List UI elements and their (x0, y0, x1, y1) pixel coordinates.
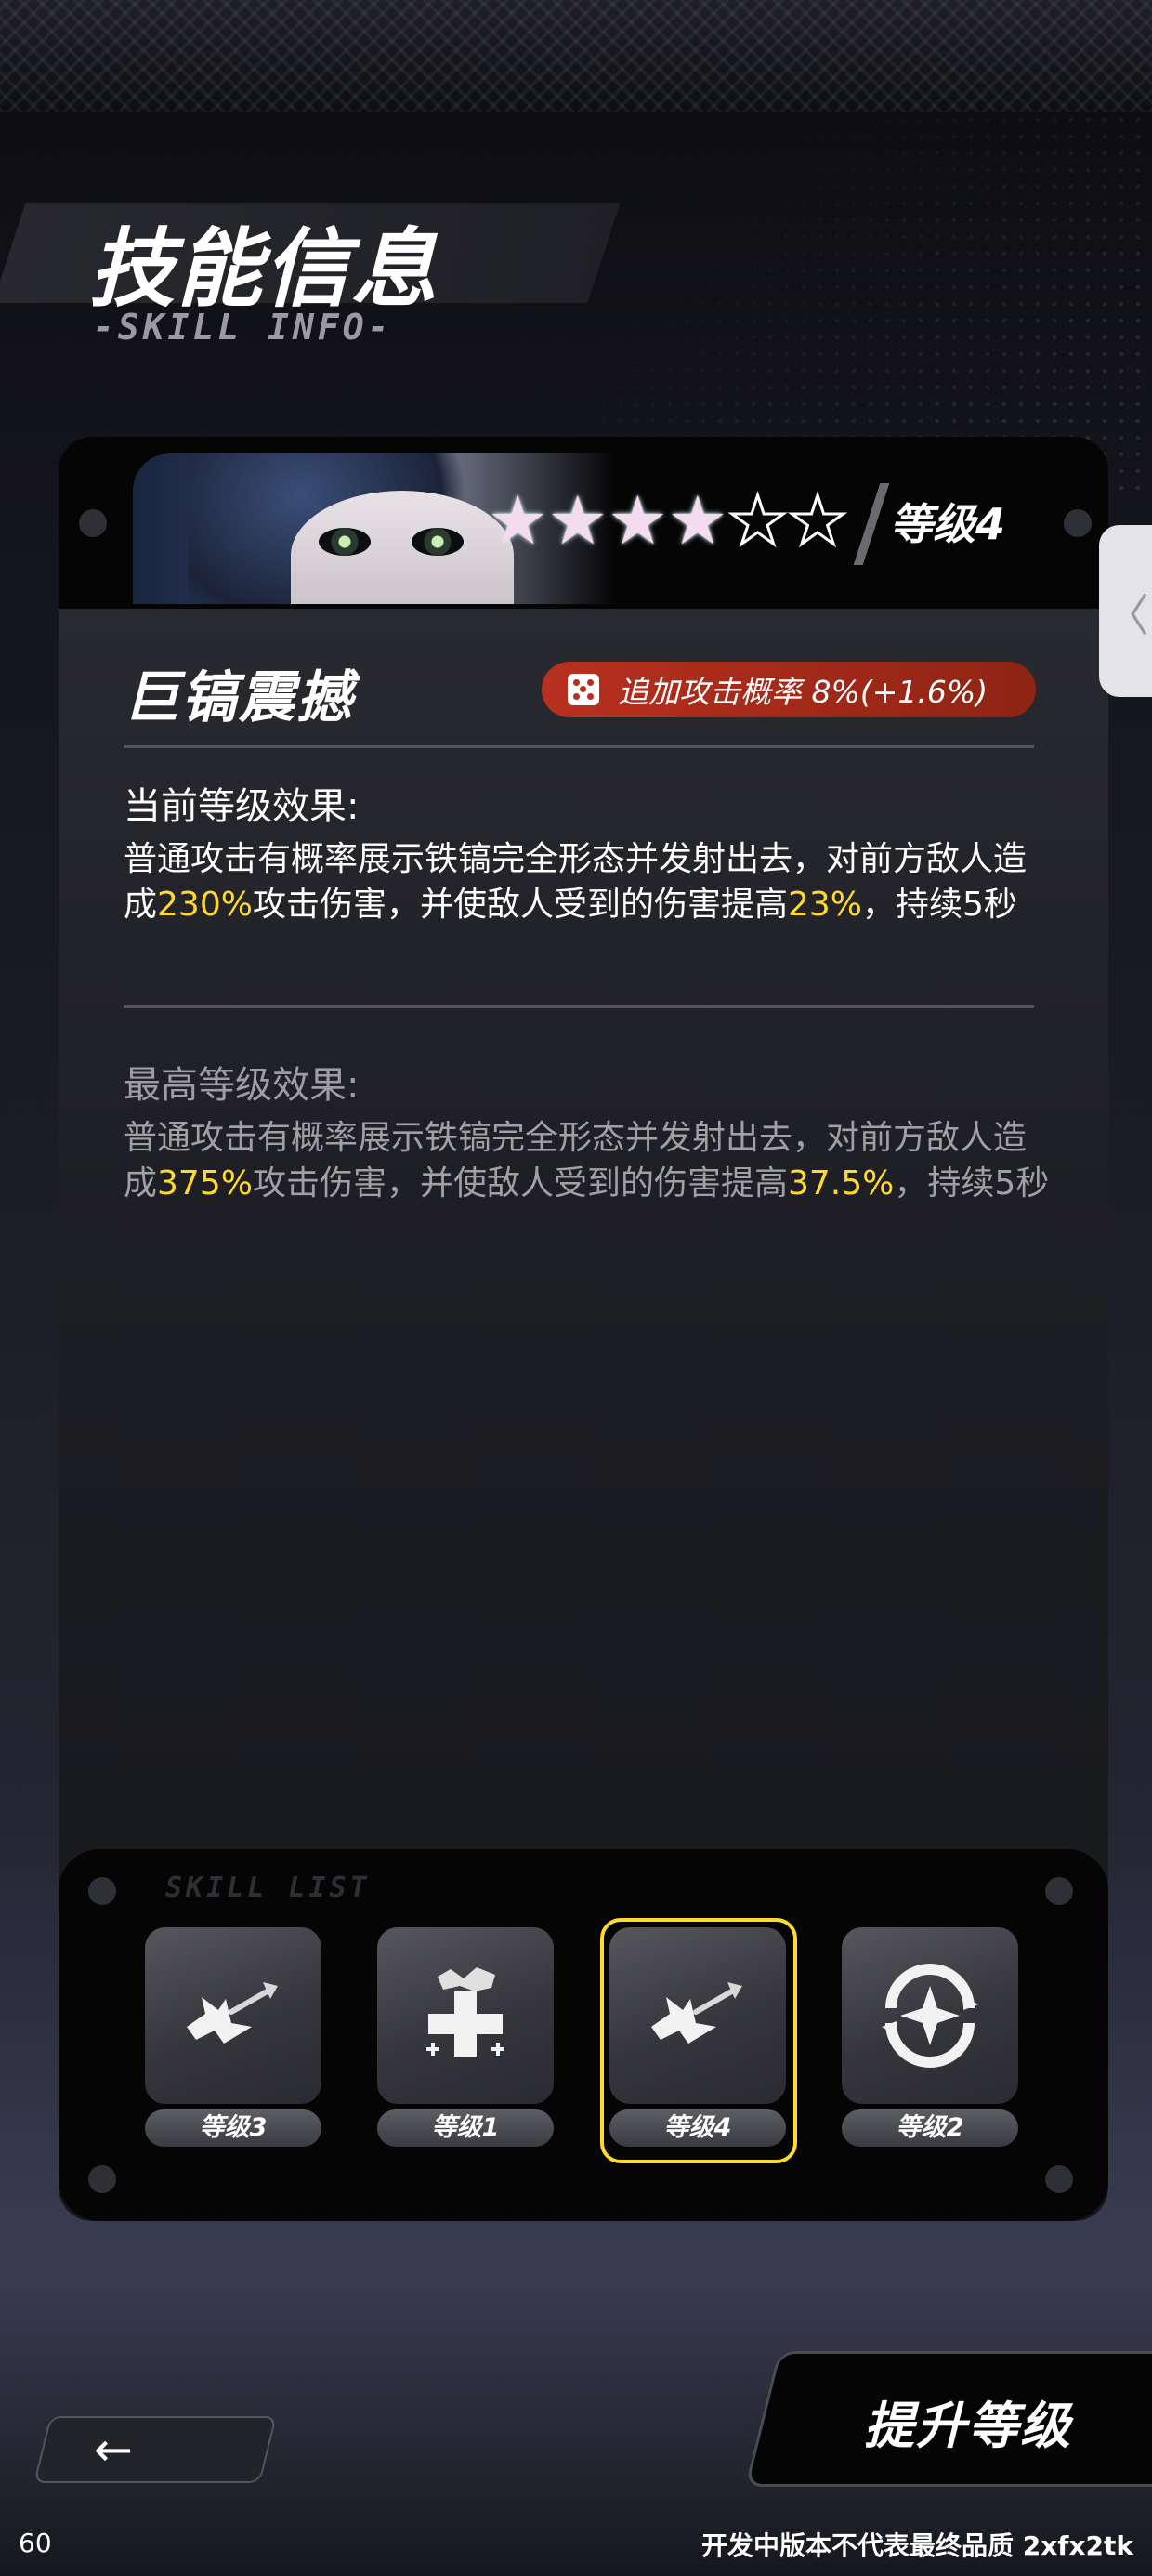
pickaxe-shock-icon (145, 1927, 321, 2104)
skill-slot-label: 等级3 (145, 2109, 321, 2147)
skill-slot-4[interactable]: 等级2 (842, 1927, 1018, 2160)
skill-slot-2[interactable]: 等级1 (377, 1927, 554, 2160)
skill-slot-label: 等级4 (609, 2109, 786, 2147)
skill-level: 等级4 (890, 499, 1006, 549)
header-rivet-right (1064, 509, 1092, 537)
skill-slot-1[interactable]: 等级3 (145, 1927, 321, 2160)
current-damage-value: 230% (157, 886, 253, 924)
divider-mid (124, 1005, 1034, 1008)
top-pattern-band (0, 0, 1152, 112)
page-title: 技能信息 (89, 219, 439, 319)
star-filled-icon: ★ (488, 481, 548, 559)
star-empty-icon: ★ (727, 481, 790, 559)
pickaxe-shock-icon (609, 1927, 786, 2104)
current-vuln-value: 23% (787, 886, 862, 924)
proc-chance-label: 追加攻击概率 8%(+1.6%) (618, 674, 988, 710)
crosshair-ring-icon (842, 1927, 1018, 2104)
dev-build-disclaimer: 开发中版本不代表最终品质 2xfx2tk (700, 2530, 1133, 2561)
header-divider (853, 483, 890, 565)
current-effect-title: 当前等级效果: (124, 785, 360, 828)
max-vuln-value: 37.5% (787, 1164, 895, 1203)
star-filled-icon: ★ (547, 481, 609, 559)
fps-counter: 60 (19, 2528, 52, 2558)
skill-list-watermark: SKILL LIST (165, 1872, 371, 1904)
side-drawer-tab[interactable]: 〈 (1099, 525, 1152, 697)
back-button[interactable]: ← (33, 2416, 277, 2483)
portrait-eye-left (319, 528, 371, 556)
dice-icon (568, 674, 599, 705)
skill-slot-label: 等级1 (377, 2109, 554, 2147)
star-rating: ★ ★ ★ ★ ★ ★ (488, 481, 849, 559)
panel-rivet (1045, 1877, 1073, 1905)
divider-top (124, 745, 1034, 748)
star-filled-icon: ★ (608, 481, 668, 559)
panel-rivet (88, 2165, 116, 2193)
max-damage-value: 375% (157, 1164, 253, 1203)
arrow-left-icon: ← (94, 2423, 133, 2477)
upgrade-level-label[interactable]: 提升等级 (864, 2385, 1072, 2458)
star-empty-icon: ★ (786, 481, 849, 559)
skill-slot-3-selected[interactable]: 等级4 (600, 1918, 797, 2163)
skill-name: 巨镐震撼 (124, 665, 354, 730)
max-effect-title: 最高等级效果: (124, 1064, 360, 1107)
skill-slot-label: 等级2 (842, 2109, 1018, 2147)
page-subtitle: -SKILL INFO- (93, 307, 393, 348)
current-effect-text: 普通攻击有概率展示铁镐完全形态并发射出去，对前方敌人造成230%攻击伤害，并使敌… (124, 840, 1028, 924)
proc-chance-badge: 追加攻击概率 8%(+1.6%) (542, 662, 1036, 717)
portrait-eye-right (412, 528, 464, 556)
header-rivet-left (79, 509, 107, 537)
chevron-left-icon: 〈 (1104, 589, 1149, 642)
card-header: ★ ★ ★ ★ ★ ★ 等级4 (59, 437, 1108, 609)
max-effect-text: 普通攻击有概率展示铁镐完全形态并发射出去，对前方敌人造成375%攻击伤害，并使敌… (124, 1119, 1050, 1203)
skill-list-panel: SKILL LIST 等级3 等级1 等级4 等级2 (59, 1849, 1108, 2221)
star-filled-icon: ★ (667, 481, 728, 559)
cross-pop-icon (377, 1927, 554, 2104)
panel-rivet (1045, 2165, 1073, 2193)
panel-rivet (88, 1877, 116, 1905)
